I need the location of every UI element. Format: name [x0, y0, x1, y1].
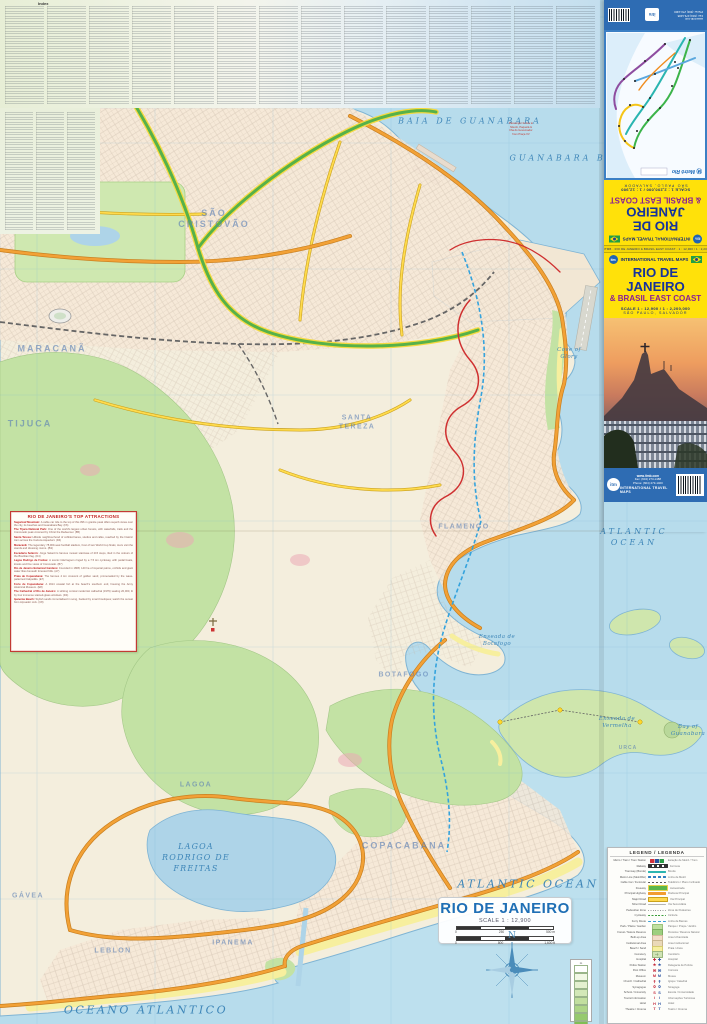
index-column: [36, 112, 64, 230]
ferry-note: Passenger ferries to Niterói, Paquetá & …: [478, 122, 564, 137]
index-column: [301, 6, 340, 104]
map-cover-panel: www.itmb.com Fax: (604) 273-1488 Phone: …: [604, 0, 707, 532]
itm-logo: itm: [607, 478, 620, 491]
attraction-entry: Rio de Janeiro Botanical Gardens: Founde…: [14, 567, 133, 573]
legend-symbol-icon: T: [657, 1008, 662, 1012]
barcode-icon: [676, 474, 704, 496]
legend-symbol-metro: [648, 876, 666, 878]
compass-n-label: N: [508, 931, 516, 941]
legend-row: Theatre / CinemaTTTeatro / Cinema: [610, 1007, 704, 1013]
elevation-step: [574, 997, 588, 1005]
index-column: [259, 6, 298, 104]
index-column: [556, 6, 595, 104]
index-column: [429, 6, 468, 104]
itm-logo: itm: [645, 9, 659, 22]
attraction-entry: Sugarloaf Mountain: A cable car ride to …: [14, 521, 133, 527]
brazil-flag-icon: [609, 236, 620, 243]
cover-spine-text: ITMB · RIO DE JANEIRO & BRASIL EAST COAS…: [604, 245, 707, 253]
street-index-left: [0, 108, 100, 234]
cover-title-block: itm INTERNATIONAL TRAVEL MAPS RIO DE JAN…: [604, 180, 707, 318]
index-column: [132, 6, 171, 104]
attractions-title: RIO DE JANEIRO'S TOP ATTRACTIONS: [14, 514, 133, 519]
elevation-step: [574, 1005, 588, 1013]
index-column: [67, 112, 95, 230]
index-column: [344, 6, 383, 104]
legend-symbol-stations: [650, 859, 664, 864]
attraction-entry: The Tijuca National Park: One of the wor…: [14, 528, 133, 534]
front-cover-title: itm INTERNATIONAL TRAVEL MAPS RIO DE JAN…: [604, 255, 707, 315]
attraction-entry: Santa Teresa: Hillside neighbourhood of …: [14, 536, 133, 542]
cover-photo: [604, 318, 707, 468]
cover-subtitle: & BRASIL EAST COAST: [604, 295, 707, 304]
attraction-entry: Maracanã: The legendary 78,000-seat foot…: [14, 544, 133, 550]
map-title: RIO DE JANEIRO: [439, 901, 571, 916]
index-column: [5, 6, 44, 104]
cover-cities: SÃO PAULO, SALVADOR: [604, 311, 707, 315]
publisher-phone: Phone: (604) 273-1400: [633, 482, 663, 486]
index-column: [514, 6, 553, 104]
metro-icon: Ⓜ: [696, 167, 702, 175]
legend-symbol-cable: [648, 882, 666, 883]
index-column: [386, 6, 425, 104]
metro-map-inset: Ⓜ Metrô Rio: [604, 30, 707, 180]
metro-rio-logo: Ⓜ Metrô Rio: [672, 167, 702, 175]
index-column: [47, 6, 86, 104]
publisher-contact: www.itmb.com Fax: (604) 273-1488 Phone: …: [674, 10, 703, 21]
attraction-entry: The Cathedral of Rio de Janeiro: A strik…: [14, 590, 133, 596]
legend-symbol-hwy: [648, 892, 666, 895]
itm-logo: itm: [609, 255, 618, 264]
back-cover-title: itm INTERNATIONAL TRAVEL MAPS RIO DE JAN…: [604, 184, 707, 244]
attraction-entry: Lagoa Rodrigo de Freitas: A scenic tidal…: [14, 559, 133, 565]
legend-symbol-major: [648, 897, 668, 902]
legend-symbol-tram: [648, 871, 666, 873]
map-scale: SCALE 1 : 12,900: [439, 918, 571, 924]
attraction-entry: Praia de Copacabana: The famous 4 km cre…: [14, 575, 133, 581]
brazil-flag-icon: [691, 256, 702, 263]
legend-symbol-rail: [648, 864, 668, 868]
map-sheet: BAIA DE GUANABARAGUANABARA BAYSÃO CRISTÓ…: [0, 0, 707, 1024]
elevation-step: [574, 989, 588, 997]
legend-symbol-ferry: [648, 921, 666, 922]
index-title: Index: [38, 1, 48, 6]
elevation-step: [574, 965, 588, 973]
front-cover-strip: itm www.itmb.com Fax: (604) 273-1488 Pho…: [604, 468, 707, 502]
compass-rose-icon: N: [482, 928, 542, 1004]
elevation-step: [574, 1013, 588, 1021]
index-column: [89, 6, 128, 104]
itm-logo: itm: [693, 235, 702, 244]
attraction-entry: Ipanema Beach: Stylish sands immortalise…: [14, 598, 133, 604]
legend-panel: LEGEND / LEGENDA Metro / Train / Tram St…: [607, 847, 707, 1024]
barcode-icon: [608, 8, 630, 22]
cover-title: RIO DE JANEIRO: [604, 266, 707, 294]
index-column: [5, 112, 33, 230]
elevation-step: [574, 973, 588, 981]
legend-title: LEGEND / LEGENDA: [610, 850, 704, 857]
brand-name: INTERNATIONAL TRAVEL MAPS: [620, 486, 676, 495]
brand-name: INTERNATIONAL TRAVEL MAPS: [621, 257, 689, 262]
publisher-phone: Phone: (604) 273-1400: [674, 10, 703, 14]
attraction-entry: Forte de Copacabana: A 1914 coastal fort…: [14, 583, 133, 589]
publisher-contact: www.itmb.com Fax: (604) 273-1488 Phone: …: [620, 474, 676, 494]
back-cover-strip: www.itmb.com Fax: (604) 273-1488 Phone: …: [604, 0, 707, 30]
legend-symbol-cycle: [648, 915, 666, 916]
index-column: [174, 6, 213, 104]
index-column: [471, 6, 510, 104]
elevation-key: m: [570, 959, 592, 1022]
top-attractions-box: RIO DE JANEIRO'S TOP ATTRACTIONS Sugarlo…: [10, 511, 137, 652]
legend-symbol-freeway: [648, 885, 668, 891]
legend-symbol-minor: [648, 904, 666, 905]
legend-symbol-ped: [648, 910, 666, 911]
street-index: Index: [0, 0, 600, 108]
index-column: [217, 6, 256, 104]
attraction-entry: Escadaria Selarón: Jorge Selarón's famou…: [14, 552, 133, 558]
elevation-step: [574, 981, 588, 989]
